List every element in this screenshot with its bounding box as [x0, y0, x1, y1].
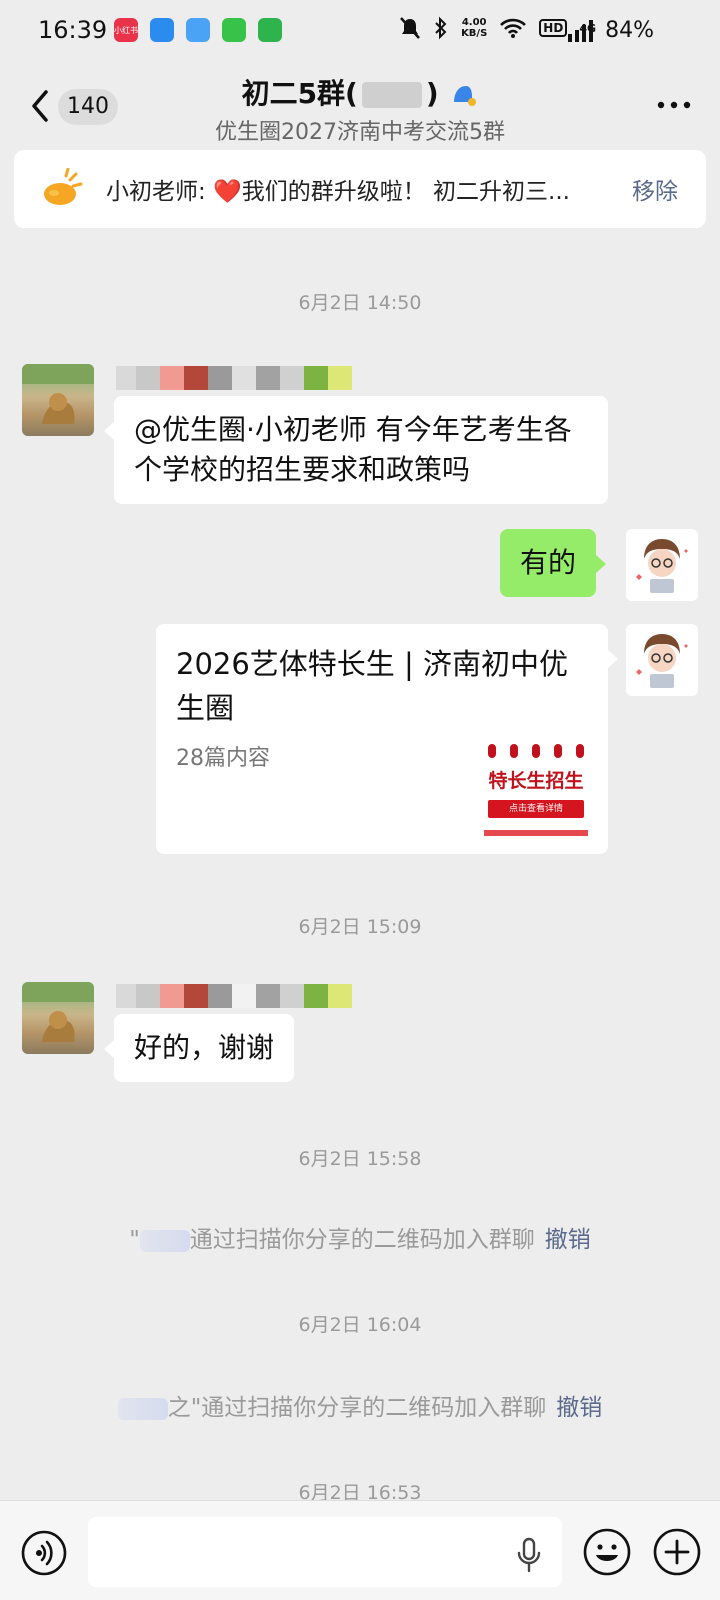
bluetooth-icon — [435, 16, 447, 40]
message-bubble-sent[interactable]: 有的 — [500, 529, 607, 597]
wifi-icon — [500, 18, 527, 38]
hd-badge: HD — [539, 19, 568, 37]
emoji-icon[interactable] — [582, 1527, 632, 1577]
cartoon-avatar-icon — [636, 539, 688, 593]
redacted-name — [117, 1397, 168, 1420]
app-icon — [150, 18, 174, 42]
security-icon — [258, 18, 282, 42]
lion-photo-icon — [22, 982, 94, 1042]
timestamp: 6月2日 14:50 — [298, 292, 422, 314]
my-avatar[interactable] — [626, 624, 698, 696]
timestamp: 6月2日 15:58 — [298, 1148, 422, 1170]
battery-percent: 84% — [605, 18, 654, 43]
mute-bell-icon — [400, 17, 420, 39]
redacted-name — [139, 1229, 190, 1252]
thumbnail-text: 特长生招生 — [488, 770, 584, 792]
chat-title: 初二5群() — [0, 72, 720, 112]
chat-header: 140 初二5群() 优生圈2027济南中考交流5群 — [0, 64, 720, 150]
calendar-rings-icon — [488, 744, 584, 760]
lion-photo-icon — [22, 364, 94, 424]
status-indicators: 4.00 KB/S HD 4G — [399, 16, 596, 40]
sender-name-redacted — [116, 984, 352, 1008]
system-message: 之"通过扫描你分享的二维码加入群聊 撤销 — [0, 1388, 720, 1422]
status-bar: 16:39 小红书 4.00 KB/S HD 4G 84% — [0, 0, 720, 64]
status-time: 16:39 — [38, 16, 108, 44]
sender-avatar[interactable] — [22, 982, 94, 1054]
undo-link[interactable]: 撤销 — [556, 1395, 602, 1421]
thumbnail-button-text: 点击查看详情 — [488, 800, 584, 818]
thumbnail-divider — [484, 830, 588, 836]
timestamp: 6月2日 15:09 — [298, 916, 422, 938]
article-card-message[interactable]: 2026艺体特长生 | 济南初中优生圈 28篇内容 特长生招生 点击查看详情 — [156, 624, 618, 854]
message-bubble-received[interactable]: @优生圈·小初老师 有今年艺考生各个学校的招生要求和政策吗 — [104, 396, 608, 504]
microphone-icon[interactable] — [516, 1537, 542, 1573]
card-thumbnail: 特长生招生 点击查看详情 — [484, 744, 588, 840]
net-speed: 4.00 KB/S — [461, 17, 488, 39]
chat-input-bar — [0, 1500, 720, 1600]
sender-avatar[interactable] — [22, 364, 94, 436]
group-tag-icon — [454, 86, 477, 106]
chat-subtitle: 优生圈2027济南中考交流5群 — [215, 120, 505, 145]
remove-notice-button[interactable]: 移除 — [632, 172, 678, 206]
message-input[interactable] — [88, 1517, 562, 1587]
undo-link[interactable]: 撤销 — [545, 1227, 591, 1253]
more-options-icon[interactable] — [656, 100, 692, 110]
sender-name-redacted — [116, 366, 352, 390]
my-avatar[interactable] — [626, 529, 698, 601]
message-bubble-received[interactable]: 好的，谢谢 — [103, 1014, 295, 1082]
message-icon — [222, 18, 246, 42]
pinned-notice-bar[interactable]: 小初老师: ❤️我们的群升级啦！ 初二升初三... 移除 — [14, 150, 706, 228]
xiaohongshu-icon: 小红书 — [114, 18, 138, 42]
cartoon-avatar-icon — [636, 634, 688, 688]
voice-mode-icon[interactable] — [20, 1529, 68, 1577]
system-message: " 通过扫描你分享的二维码加入群聊 撤销 — [129, 1227, 591, 1253]
weather-icon — [186, 18, 210, 42]
redacted-text — [361, 82, 422, 108]
plus-icon[interactable] — [652, 1527, 702, 1577]
status-app-icons: 小红书 — [114, 18, 282, 42]
notice-text: 小初老师: ❤️我们的群升级啦！ 初二升初三... — [106, 179, 570, 205]
timestamp: 6月2日 16:04 — [298, 1314, 422, 1336]
card-subtitle: 28篇内容 — [176, 746, 270, 771]
announcement-icon — [44, 168, 83, 205]
card-title: 2026艺体特长生 | 济南初中优生圈 — [176, 647, 569, 725]
signal-icon — [568, 20, 593, 42]
